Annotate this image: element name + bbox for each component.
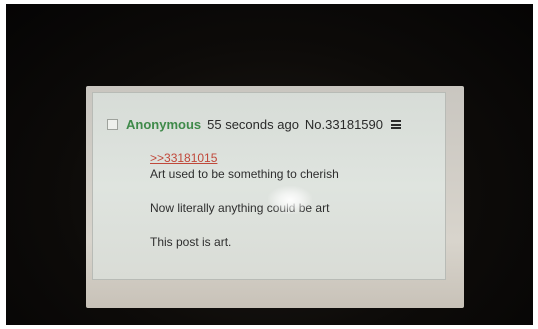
post-text-line: Art used to be something to cherish [150,167,339,181]
post-text-line: Now literally anything could be art [150,201,330,215]
post-header: Anonymous 55 seconds ago No.33181590 [107,117,401,132]
quote-link[interactable]: >>33181015 [150,151,430,165]
forum-post: Anonymous 55 seconds ago No.33181590 >>3… [92,92,446,280]
hamburger-menu-icon[interactable] [391,120,401,129]
post-body: >>33181015 Art used to be something to c… [150,151,430,249]
post-text-line: This post is art. [150,235,232,249]
post-timestamp: 55 seconds ago [207,117,299,132]
post-select-checkbox[interactable] [107,119,118,130]
author-name: Anonymous [126,117,202,132]
post-number-link[interactable]: No.33181590 [305,117,383,132]
